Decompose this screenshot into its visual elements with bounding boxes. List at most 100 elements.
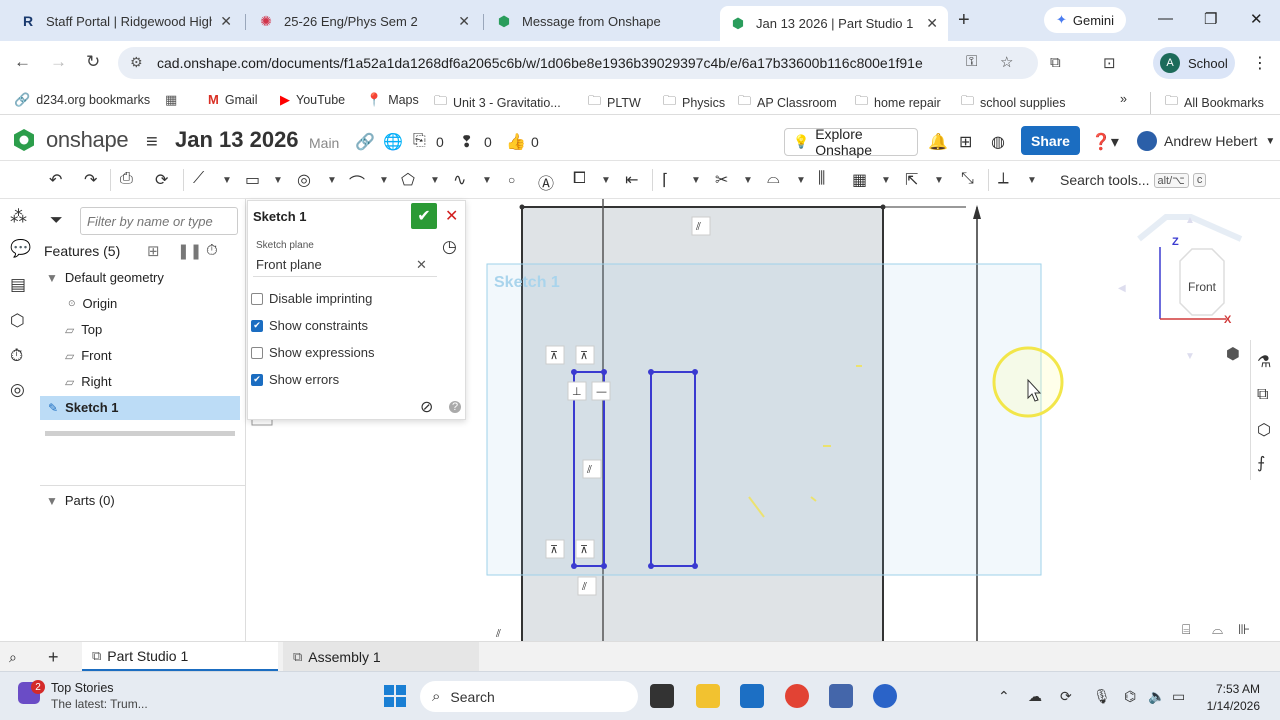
tree-item-sketch-1[interactable]: ✎ Sketch 1 [48, 400, 119, 415]
minimize-icon[interactable]: — [1158, 10, 1173, 27]
tab-part-studio-1[interactable]: ⧉ Part Studio 1 [82, 642, 278, 671]
show-errors-checkbox[interactable]: ✔ Show errors [251, 372, 339, 387]
window-close-icon[interactable]: ✕ [1250, 10, 1263, 28]
comments-icon[interactable]: 💬 [10, 239, 31, 259]
cancel-x-icon[interactable]: ✕ [445, 206, 458, 226]
point-tool-icon[interactable]: ○ [508, 173, 515, 187]
mass-properties-icon[interactable]: ⬡ [1257, 420, 1271, 440]
polygon-tool-icon[interactable]: ⬠ [401, 170, 415, 190]
outlook-icon[interactable] [740, 684, 764, 708]
notification-icon[interactable]: ❢ [460, 132, 473, 152]
show-constraints-checkbox[interactable]: ✔ Show constraints [251, 318, 368, 333]
app-icon[interactable] [829, 684, 853, 708]
hamburger-menu-icon[interactable]: ≡ [146, 131, 158, 154]
bookmark-home-repair[interactable]: 🗀 home repair [855, 92, 941, 114]
bookmark-ap-classroom[interactable]: 🗀 AP Classroom [738, 92, 837, 114]
chevron-down-icon[interactable]: ▼ [222, 175, 232, 186]
browser-tab-staff-portal[interactable]: R Staff Portal | Ridgewood High S ✕ [10, 6, 242, 36]
reload-icon[interactable]: ↻ [86, 52, 100, 72]
undo-icon[interactable]: ↶ [49, 170, 62, 190]
explore-onshape-button[interactable]: 💡 Explore Onshape [784, 126, 918, 158]
chevron-down-icon[interactable]: ▼ [881, 175, 891, 186]
tab-search-icon[interactable]: ⊡ [1103, 54, 1116, 72]
globe-icon[interactable]: 🌐 [383, 132, 403, 152]
browser-menu-icon[interactable]: ⋮ [1252, 53, 1268, 73]
learning-center-icon[interactable]: ◍ [991, 132, 1005, 152]
chevron-down-icon[interactable]: ▼ [1027, 175, 1037, 186]
default-geometry-folder[interactable]: ▼ Default geometry [46, 270, 164, 285]
offset-icon[interactable]: ⌓ [767, 170, 780, 188]
add-tab-button[interactable]: + [48, 647, 59, 668]
chevron-down-icon[interactable]: ▼ [327, 175, 337, 186]
search-tools-input[interactable]: Search tools... alt/⌥ c [1060, 169, 1210, 191]
copy-sketch-icon[interactable]: ⎙ [120, 170, 133, 188]
spline-tool-icon[interactable]: ∿ [453, 170, 466, 190]
bookmark-youtube[interactable]: ▶ YouTube [280, 92, 345, 108]
volume-icon[interactable]: 🔈 [1148, 688, 1165, 705]
bookmark-unit3[interactable]: 🗀 Unit 3 - Gravitatio... [434, 92, 561, 114]
bookmark-maps[interactable]: 📍 Maps [366, 92, 419, 108]
parts-folder[interactable]: ▼ Parts (0) [46, 493, 115, 508]
file-explorer-icon[interactable] [696, 684, 720, 708]
link-icon[interactable]: 🔗 [355, 132, 375, 152]
checkbox-off[interactable] [251, 292, 263, 305]
canvas-left-area[interactable] [246, 418, 466, 641]
construction-icon[interactable]: ⧠ [573, 170, 586, 188]
tree-item-right[interactable]: ▱ Right [65, 374, 112, 389]
checkbox-on[interactable]: ✔ [251, 373, 263, 386]
text-tool-icon[interactable]: Ⓐ [538, 170, 554, 194]
variable-table-icon[interactable]: ⨍ [1257, 453, 1265, 473]
profile-button[interactable]: A School [1153, 47, 1235, 79]
tray-cloud-icon[interactable]: ☁ [1028, 688, 1042, 705]
branch-name[interactable]: Main [309, 135, 339, 151]
sketch-settings-icon[interactable]: ⊘ [420, 397, 433, 417]
back-icon[interactable]: ← [14, 52, 31, 72]
sketch-plane-field[interactable]: Front plane [253, 253, 437, 277]
close-icon[interactable]: ✕ [458, 13, 470, 30]
gemini-button[interactable]: ✦ Gemini [1044, 7, 1126, 33]
taskbar-search[interactable]: ⌕ Search [420, 681, 638, 712]
history-clock-icon[interactable]: ◷ [442, 237, 457, 257]
pattern-icon[interactable]: ▦ [852, 170, 867, 190]
chevron-down-icon[interactable]: ▼ [934, 175, 944, 186]
redo-icon[interactable]: ↷ [84, 170, 97, 190]
bookmark-d234[interactable]: 🔗 d234.org bookmarks [14, 92, 150, 108]
tab-search-icon[interactable]: ⌕ [9, 649, 17, 666]
rectangle-tool-icon[interactable]: ▭ [245, 170, 260, 190]
pause-icon[interactable]: ❚❚ [177, 242, 202, 260]
onshape-taskbar-icon[interactable] [873, 684, 897, 708]
task-view-icon[interactable] [650, 684, 674, 708]
dimension-icon[interactable]: ⇤ [625, 170, 638, 190]
arc-tool-icon[interactable]: ⌒ [349, 170, 365, 194]
system-clock[interactable]: 7:53 AM 1/14/2026 [1190, 681, 1260, 715]
password-key-icon[interactable]: ⚿ [966, 53, 977, 70]
extensions-icon[interactable]: ⧉ [1050, 54, 1061, 71]
bookmark-apps[interactable]: ▦ [165, 92, 183, 108]
accept-check-icon[interactable]: ✔ [411, 203, 437, 229]
tray-chevron-icon[interactable]: ⌃ [998, 688, 1010, 705]
rollback-icon[interactable]: ⊞ [147, 242, 160, 260]
chevron-down-icon[interactable]: ▼ [691, 175, 701, 186]
transform-icon[interactable]: ⤡ [961, 170, 974, 188]
parts-icon[interactable]: ⧉ [1257, 386, 1268, 404]
news-title[interactable]: Top Stories [51, 681, 114, 695]
bookmark-star-icon[interactable]: ☆ [1000, 53, 1013, 71]
trim-icon[interactable]: ✂ [715, 170, 728, 190]
address-bar[interactable]: ⚙ cad.onshape.com/documents/f1a52a1da126… [118, 47, 1038, 79]
tree-item-origin[interactable]: ⊙ Origin [68, 296, 117, 311]
browser-tab-part-studio[interactable]: ⬢ Jan 13 2026 | Part Studio 1 ✕ [720, 6, 948, 41]
filter-icon[interactable]: ⏷ [50, 212, 63, 230]
chrome-icon[interactable] [785, 684, 809, 708]
feature-filter-input[interactable] [80, 207, 238, 235]
chevron-down-icon[interactable]: ▼ [482, 175, 492, 186]
show-expressions-checkbox[interactable]: Show expressions [251, 345, 375, 360]
battery-icon[interactable]: ▭ [1172, 688, 1185, 705]
browser-tab-message-onshape[interactable]: ⬢ Message from Onshape [486, 6, 718, 36]
disable-imprinting-checkbox[interactable]: Disable imprinting [251, 291, 372, 306]
bookmark-gmail[interactable]: M Gmail [208, 92, 258, 107]
chevron-down-icon[interactable]: ▼ [379, 175, 389, 186]
close-icon[interactable]: ✕ [926, 15, 938, 32]
history-icon[interactable]: ⏱ [10, 346, 23, 366]
line-tool-icon[interactable]: ⟋ [193, 170, 204, 188]
site-info-icon[interactable]: ⚙ [130, 54, 143, 71]
